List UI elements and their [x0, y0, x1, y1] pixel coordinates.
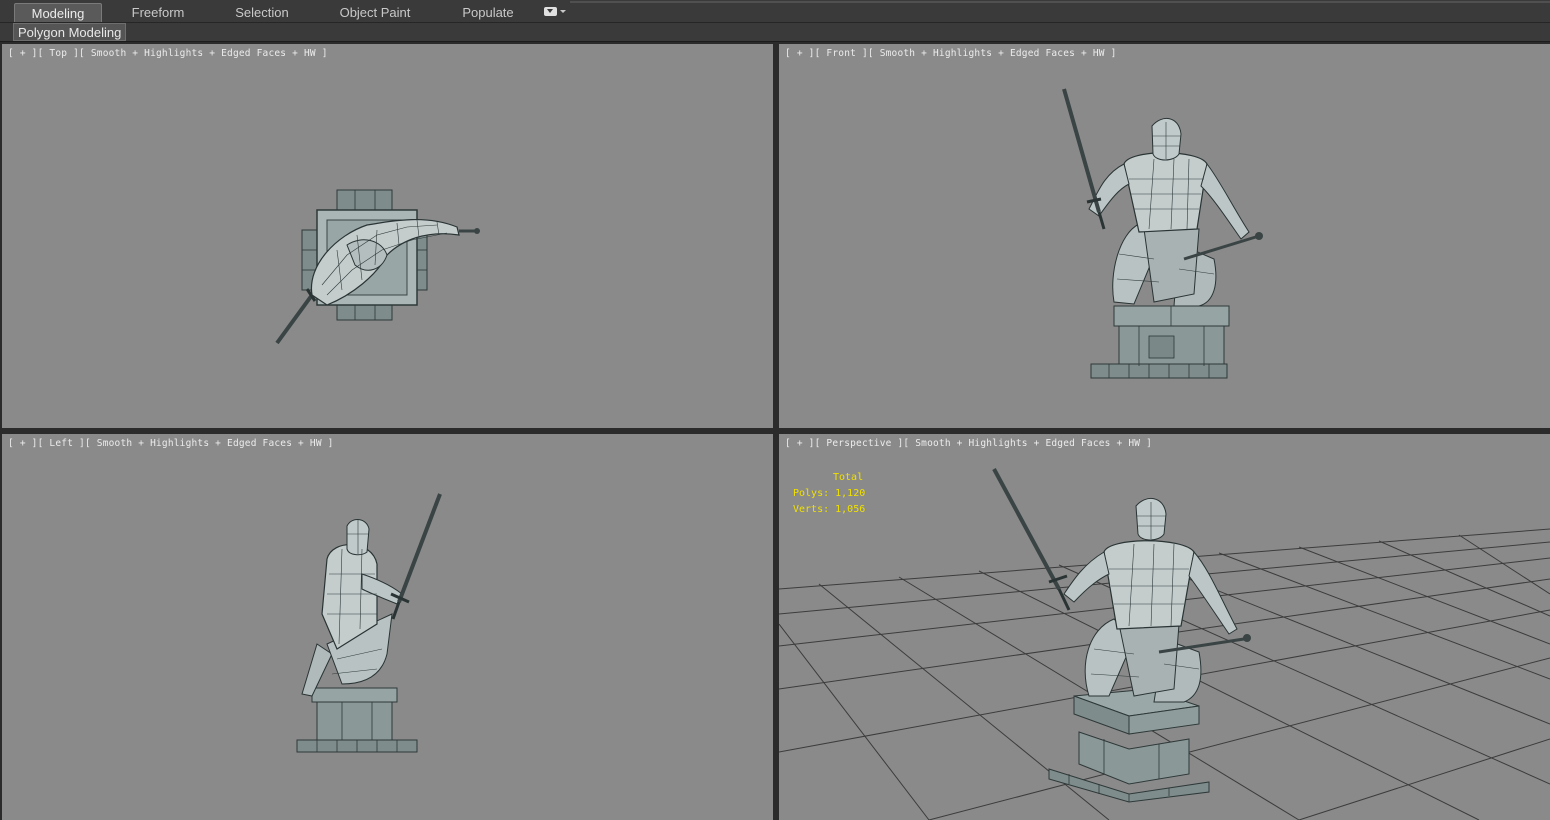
stats-title: Total	[833, 472, 864, 483]
ribbon-options-icon[interactable]	[544, 7, 566, 17]
viewport-perspective[interactable]: [ + ][ Perspective ][ Smooth + Highlight…	[779, 434, 1550, 820]
tab-modeling[interactable]: Modeling	[14, 3, 102, 22]
viewport-top[interactable]: [ + ][ Top ][ Smooth + Highlights + Edge…	[2, 44, 773, 428]
perspective-view-model	[779, 468, 1550, 820]
ribbon-divider	[570, 1, 1550, 3]
ribbon-subpanel: Polygon Modeling	[0, 23, 1550, 42]
tab-populate[interactable]: Populate	[447, 3, 529, 22]
tab-selection[interactable]: Selection	[220, 3, 304, 22]
stats-verts: Verts: 1,056	[793, 504, 866, 515]
ribbon: Modeling Freeform Selection Object Paint…	[0, 0, 1550, 23]
viewport-perspective-label[interactable]: [ + ][ Perspective ][ Smooth + Highlight…	[785, 438, 1152, 449]
viewport-left[interactable]: [ + ][ Left ][ Smooth + Highlights + Edg…	[2, 434, 773, 820]
tab-freeform[interactable]: Freeform	[115, 3, 201, 22]
top-view-model	[275, 189, 480, 345]
tab-object-paint[interactable]: Object Paint	[325, 3, 425, 22]
left-view-model	[296, 493, 442, 753]
viewport-front[interactable]: [ + ][ Front ][ Smooth + Highlights + Ed…	[779, 44, 1550, 428]
statistics-overlay: Total Polys: 1,120 Verts: 1,056	[793, 470, 865, 518]
front-view-model	[1062, 88, 1263, 379]
polygon-modeling-panel[interactable]: Polygon Modeling	[13, 23, 127, 41]
stats-polys: Polys: 1,120	[793, 488, 866, 499]
